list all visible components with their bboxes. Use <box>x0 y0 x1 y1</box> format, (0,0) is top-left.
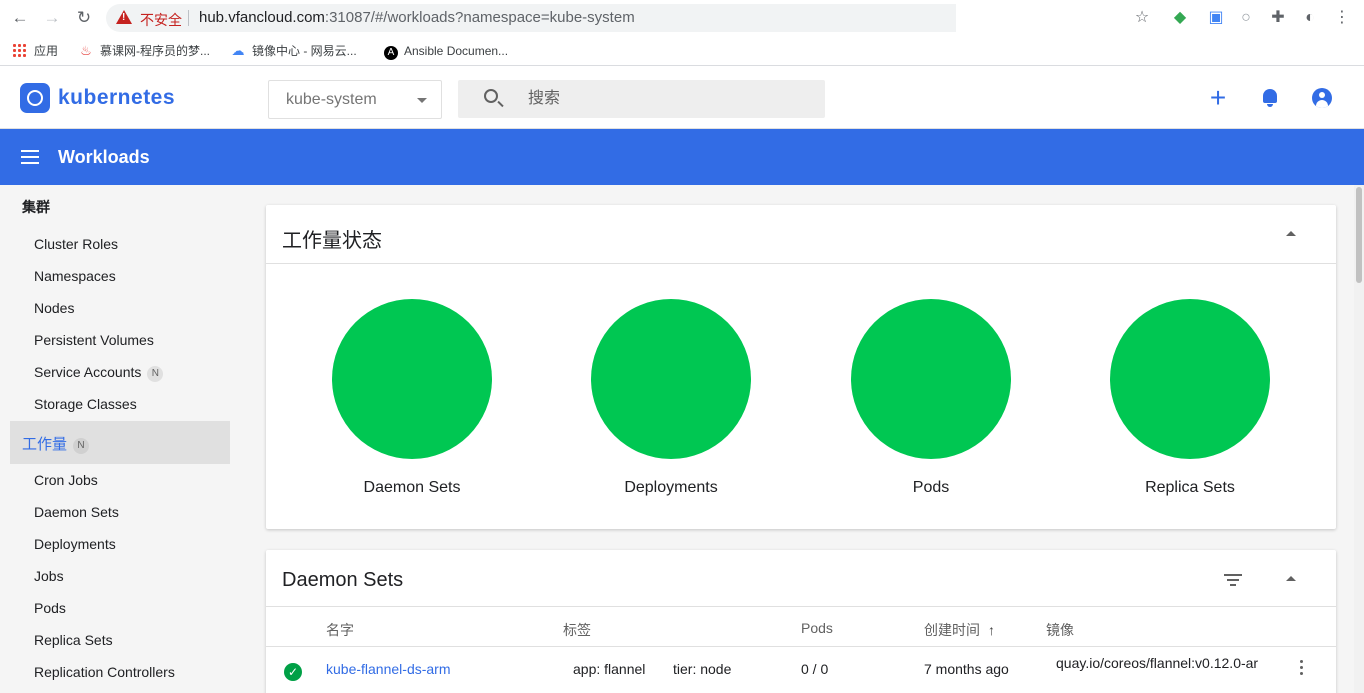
cloud-icon: ☁ <box>231 43 245 58</box>
sort-arrow-up-icon[interactable]: ↑ <box>988 622 995 638</box>
filter-icon[interactable] <box>1224 574 1242 586</box>
more-vert-icon[interactable]: ⋮ <box>1332 8 1352 28</box>
security-label: 不安全 <box>140 12 182 28</box>
flame-icon: ♨ <box>80 43 92 58</box>
sidebar-item-namespaces[interactable]: Namespaces <box>34 268 116 284</box>
divider <box>266 263 1336 264</box>
bookmark-ansible[interactable]: A Ansible Documen... <box>384 42 508 60</box>
card-title: 工作量状态 <box>282 230 382 252</box>
check-circle-icon: ✓ <box>284 663 302 681</box>
status-label: Deployments <box>624 479 718 496</box>
extension-icon[interactable]: ▣ <box>1206 8 1226 28</box>
profile-sync-icon[interactable]: ◐ <box>1300 8 1320 28</box>
sidebar: 集群 Cluster Roles Namespaces Nodes Persis… <box>0 185 246 693</box>
status-replica-sets[interactable]: Replica Sets <box>1090 299 1290 509</box>
ansible-icon: A <box>384 46 398 60</box>
forward-icon[interactable]: → <box>42 8 62 28</box>
page-title: Workloads <box>58 147 150 167</box>
create-icon[interactable]: + <box>1206 84 1230 112</box>
url-text[interactable]: hub.vfancloud.com:31087/#/workloads?name… <box>199 9 635 26</box>
collapse-icon[interactable] <box>1286 231 1296 236</box>
column-header-name[interactable]: 名字 <box>326 620 354 640</box>
status-pods[interactable]: Pods <box>831 299 1031 509</box>
puzzle-icon[interactable]: ✚ <box>1268 8 1288 28</box>
sidebar-item-cron-jobs[interactable]: Cron Jobs <box>34 472 98 488</box>
sidebar-item-cluster-roles[interactable]: Cluster Roles <box>34 236 118 252</box>
status-daemon-sets[interactable]: Daemon Sets <box>312 299 512 509</box>
card-title: Daemon Sets <box>282 569 404 591</box>
main-content: 工作量状态 Daemon Sets Deployments Pods Repli… <box>246 185 1354 693</box>
search-box[interactable] <box>458 80 825 118</box>
sidebar-item-jobs[interactable]: Jobs <box>34 568 64 584</box>
brand-name[interactable]: kubernetes <box>58 86 175 110</box>
back-icon[interactable]: ← <box>10 8 30 28</box>
header-divider <box>266 646 1336 647</box>
namespace-select[interactable]: kube-system <box>268 80 442 119</box>
sidebar-section-cluster[interactable]: 集群 <box>22 197 50 217</box>
sidebar-item-replication-controllers[interactable]: Replication Controllers <box>34 664 175 680</box>
created-time: 7 months ago <box>924 661 1009 677</box>
warning-icon <box>116 10 132 24</box>
status-label: Daemon Sets <box>363 479 461 496</box>
namespaced-badge: N <box>147 366 164 382</box>
status-label: Pods <box>912 479 950 496</box>
account-icon[interactable] <box>1310 86 1334 110</box>
daemonset-name-link[interactable]: kube-flannel-ds-arm <box>326 661 451 677</box>
namespaced-badge: N <box>73 438 90 454</box>
kubernetes-logo-icon[interactable] <box>20 83 50 113</box>
status-pie <box>591 299 751 459</box>
image-name: quay.io/coreos/flannel:v0.12.0-ar <box>1056 655 1259 671</box>
extension-icon[interactable]: ○ <box>1236 8 1256 28</box>
daemon-sets-card: Daemon Sets 名字 标签 Pods 创建时间 ↑ 镜像 ✓ kube-f… <box>266 550 1336 693</box>
omnibox-divider <box>188 10 189 26</box>
status-label: Replica Sets <box>1145 479 1235 496</box>
sidebar-item-storage-classes[interactable]: Storage Classes <box>34 396 137 412</box>
sidebar-item-workloads[interactable]: 工作量 N <box>10 421 230 464</box>
app-header: kubernetes kube-system + <box>0 67 1364 129</box>
column-header-pods: Pods <box>801 620 833 636</box>
address-bar[interactable]: 不安全 hub.vfancloud.com:31087/#/workloads?… <box>106 4 956 32</box>
label-chip: app: flannel <box>573 661 646 677</box>
sidebar-item-daemon-sets[interactable]: Daemon Sets <box>34 504 119 520</box>
search-icon <box>484 89 498 103</box>
page-toolbar: Workloads <box>0 129 1364 185</box>
namespace-value: kube-system <box>286 91 377 108</box>
sidebar-item-replica-sets[interactable]: Replica Sets <box>34 632 113 648</box>
bookmark-163[interactable]: ☁ 镜像中心 - 网易云... <box>230 42 357 60</box>
status-pie <box>1110 299 1270 459</box>
column-header-images: 镜像 <box>1046 622 1074 638</box>
column-header-labels: 标签 <box>563 622 591 638</box>
status-pie <box>851 299 1011 459</box>
bookmarks-bar: 应用 ♨ 慕课网-程序员的梦... ☁ 镜像中心 - 网易云... A Ansible… <box>0 36 1364 66</box>
workload-status-card: 工作量状态 Daemon Sets Deployments Pods Repli… <box>266 205 1336 529</box>
apps-grid-icon <box>12 43 26 57</box>
bell-icon[interactable] <box>1258 86 1282 110</box>
sidebar-item-persistent-volumes[interactable]: Persistent Volumes <box>34 332 154 348</box>
pods-count: 0 / 0 <box>801 661 829 677</box>
menu-icon[interactable] <box>21 150 39 164</box>
chevron-down-icon <box>417 98 427 103</box>
scrollbar[interactable] <box>1354 185 1364 693</box>
browser-toolbar: ← → ↻ 不安全 hub.vfancloud.com:31087/#/work… <box>0 0 1364 36</box>
sidebar-item-pods[interactable]: Pods <box>34 600 66 616</box>
more-vert-icon[interactable] <box>1300 660 1304 676</box>
star-icon[interactable]: ☆ <box>1132 8 1152 28</box>
scrollbar-thumb[interactable] <box>1356 187 1362 283</box>
reload-icon[interactable]: ↻ <box>74 8 94 28</box>
sidebar-item-deployments[interactable]: Deployments <box>34 536 116 552</box>
status-pie <box>332 299 492 459</box>
bookmark-apps[interactable]: 应用 <box>12 42 58 60</box>
sidebar-item-nodes[interactable]: Nodes <box>34 300 74 316</box>
label-chip: tier: node <box>673 661 732 677</box>
bookmark-imooc[interactable]: ♨ 慕课网-程序员的梦... <box>78 42 210 60</box>
divider <box>266 606 1336 607</box>
column-header-created[interactable]: 创建时间 ↑ <box>924 620 995 640</box>
collapse-icon[interactable] <box>1286 576 1296 581</box>
drive-extension-icon[interactable]: ◆ <box>1170 8 1190 28</box>
status-deployments[interactable]: Deployments <box>571 299 771 509</box>
sidebar-item-service-accounts[interactable]: Service Accounts N <box>34 364 164 382</box>
search-input[interactable] <box>528 87 808 111</box>
